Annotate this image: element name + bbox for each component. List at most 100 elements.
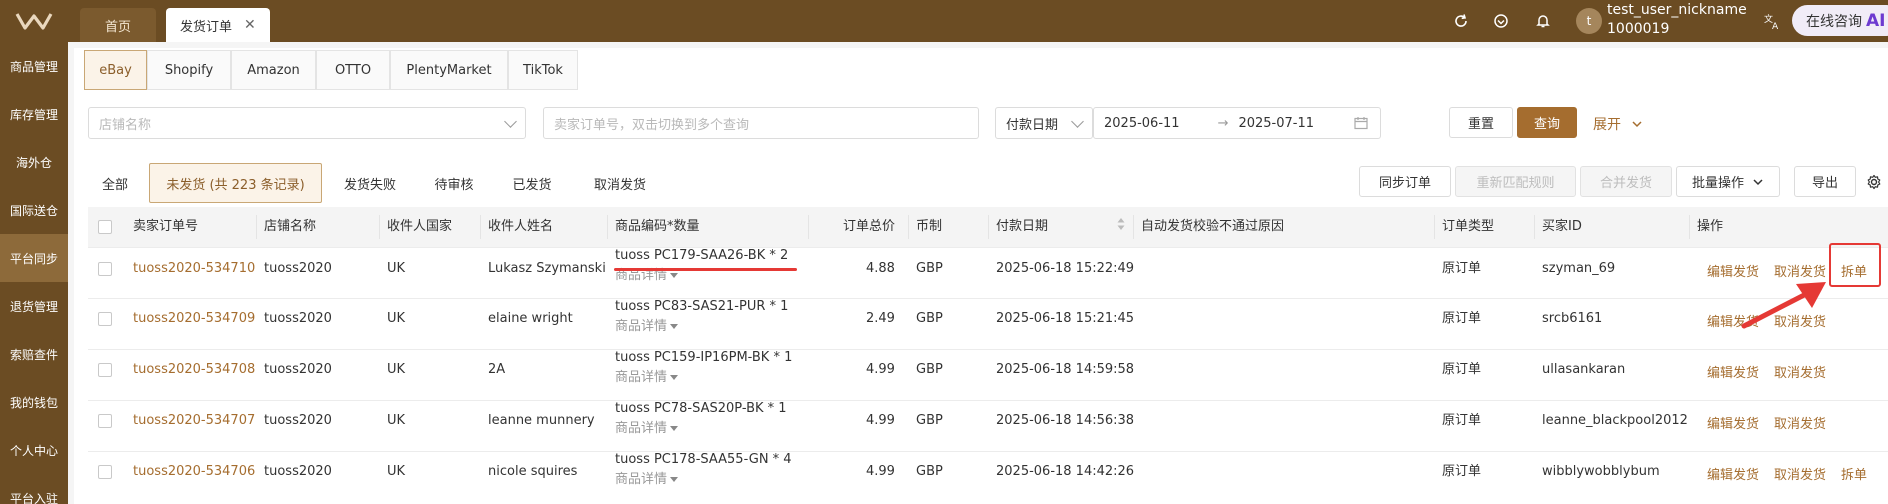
sidebar-item-international-delivery[interactable]: 国际送仓 xyxy=(0,186,68,234)
tab-plentymarket[interactable]: PlentyMarket xyxy=(390,50,508,90)
row-divider xyxy=(88,349,1888,350)
tab-shipping-orders[interactable]: 发货订单 ✕ xyxy=(166,8,270,42)
order-total: 4.88 xyxy=(866,261,895,276)
status-tab-ship-failed[interactable]: 发货失败 xyxy=(330,163,410,203)
store-name: tuoss2020 xyxy=(264,464,332,479)
search-button[interactable]: 查询 xyxy=(1517,107,1577,138)
batch-actions-button[interactable]: 批量操作 xyxy=(1676,166,1780,197)
select-all-checkbox[interactable] xyxy=(98,220,112,234)
store-select[interactable]: 店铺名称 xyxy=(88,107,526,139)
tab-home-label: 首页 xyxy=(104,19,131,35)
tab-shopify[interactable]: Shopify xyxy=(147,50,231,90)
sidebar-item-products[interactable]: 商品管理 xyxy=(0,42,68,90)
export-button[interactable]: 导出 xyxy=(1794,166,1856,197)
user-info[interactable]: test_user_nickname 1000019 xyxy=(1607,1,1747,39)
settings-gear-icon[interactable] xyxy=(1866,174,1882,194)
avatar[interactable]: t xyxy=(1576,8,1602,34)
row-checkbox[interactable] xyxy=(98,465,112,479)
product-details-toggle[interactable]: 商品详情 xyxy=(615,472,679,488)
column-divider xyxy=(379,215,380,239)
row-checkbox[interactable] xyxy=(98,312,112,326)
order-number-link[interactable]: tuoss2020-534707 xyxy=(133,413,255,429)
cancel-shipment-button[interactable]: 取消发货 xyxy=(1774,261,1826,280)
status-tab-pending-review[interactable]: 待审核 xyxy=(421,163,487,203)
sidebar-item-platform-sync[interactable]: 平台同步 xyxy=(0,234,68,282)
order-type: 原订单 xyxy=(1442,261,1482,276)
order-type: 原订单 xyxy=(1442,362,1482,377)
edit-shipment-button[interactable]: 编辑发货 xyxy=(1707,261,1759,280)
status-tab-unshipped[interactable]: 未发货 (共 223 条记录) xyxy=(149,163,322,203)
order-number-link[interactable]: tuoss2020-534709 xyxy=(133,311,255,327)
currency: GBP xyxy=(916,362,943,377)
row-checkbox[interactable] xyxy=(98,262,112,276)
cancel-shipment-button[interactable]: 取消发货 xyxy=(1774,413,1826,432)
tab-otto[interactable]: OTTO xyxy=(316,50,390,90)
product-details-toggle[interactable]: 商品详情 xyxy=(615,319,679,335)
tab-tiktok[interactable]: TikTok xyxy=(508,50,578,90)
status-tab-cancelled[interactable]: 取消发货 xyxy=(578,163,662,203)
order-number-link[interactable]: tuoss2020-534710 xyxy=(133,261,255,277)
status-tab-shipped[interactable]: 已发货 xyxy=(497,163,567,203)
date-type-label: 付款日期 xyxy=(1006,117,1059,133)
reset-button[interactable]: 重置 xyxy=(1449,107,1513,138)
product-details-toggle[interactable]: 商品详情 xyxy=(615,421,679,437)
sidebar-item-platform-onboarding[interactable]: 平台入驻 xyxy=(0,474,68,504)
date-start[interactable]: 2025-06-11 xyxy=(1104,116,1180,131)
refresh-icon[interactable] xyxy=(1451,11,1471,31)
recipient-name: 2A xyxy=(488,362,506,377)
annotation-underline xyxy=(614,268,797,271)
bell-icon[interactable] xyxy=(1533,11,1553,31)
cancel-shipment-button[interactable]: 取消发货 xyxy=(1774,362,1826,381)
ai-badge: AI xyxy=(1866,10,1886,31)
date-type-select[interactable]: 付款日期 xyxy=(995,107,1093,139)
merge-shipment-button[interactable]: 合并发货 xyxy=(1580,166,1672,197)
col-payment-date[interactable]: 付款日期 xyxy=(996,207,1048,247)
sidebar-item-overseas-warehouse[interactable]: 海外仓 xyxy=(0,138,68,186)
expand-filters-button[interactable]: 展开 xyxy=(1593,114,1643,134)
caret-down-icon xyxy=(670,273,679,278)
column-divider xyxy=(808,215,809,239)
sidebar-item-profile[interactable]: 个人中心 xyxy=(0,426,68,474)
sidebar-item-inventory[interactable]: 库存管理 xyxy=(0,90,68,138)
order-total: 4.99 xyxy=(866,464,895,479)
tab-ebay[interactable]: eBay xyxy=(84,50,147,90)
online-consult-button[interactable]: 在线咨询 AI xyxy=(1792,5,1888,36)
buyer-id: ullasankaran xyxy=(1542,362,1626,377)
cancel-shipment-button[interactable]: 取消发货 xyxy=(1774,464,1826,483)
tab-amazon[interactable]: Amazon xyxy=(231,50,316,90)
recipient-country: UK xyxy=(387,261,406,276)
caret-down-icon xyxy=(670,375,679,380)
order-number-link[interactable]: tuoss2020-534706 xyxy=(133,464,255,480)
app-logo[interactable] xyxy=(0,0,68,42)
row-checkbox[interactable] xyxy=(98,363,112,377)
sidebar-item-claims[interactable]: 索赔查件 xyxy=(0,330,68,378)
order-number-input[interactable]: 卖家订单号，双击切换到多个查询 xyxy=(543,107,979,139)
store-name: tuoss2020 xyxy=(264,413,332,428)
order-number-link[interactable]: tuoss2020-534708 xyxy=(133,362,255,378)
currency: GBP xyxy=(916,311,943,326)
tab-shipping-orders-label: 发货订单 xyxy=(180,19,233,35)
tab-home[interactable]: 首页 xyxy=(80,8,156,42)
payment-date: 2025-06-18 15:21:45 xyxy=(996,311,1135,326)
date-end[interactable]: 2025-07-11 xyxy=(1238,116,1314,131)
row-checkbox[interactable] xyxy=(98,414,112,428)
rematch-rules-button[interactable]: 重新匹配规则 xyxy=(1455,166,1576,197)
edit-shipment-button[interactable]: 编辑发货 xyxy=(1707,362,1759,381)
sidebar-item-wallet[interactable]: 我的钱包 xyxy=(0,378,68,426)
sidebar-item-label: 商品管理 xyxy=(9,59,58,74)
status-tab-label: 未发货 (共 223 条记录) xyxy=(166,177,305,193)
sort-icon[interactable] xyxy=(1116,216,1126,236)
date-range-picker[interactable]: 2025-06-11 → 2025-07-11 xyxy=(1093,107,1381,139)
close-icon[interactable]: ✕ xyxy=(244,17,256,33)
translate-icon[interactable]: 文A xyxy=(1762,11,1782,31)
sidebar-item-returns[interactable]: 退货管理 xyxy=(0,282,68,330)
split-order-button[interactable]: 拆单 xyxy=(1841,464,1867,483)
sync-orders-button[interactable]: 同步订单 xyxy=(1359,166,1451,197)
col-recipient-country: 收件人国家 xyxy=(387,219,453,234)
product-details-toggle[interactable]: 商品详情 xyxy=(615,370,679,386)
theme-icon[interactable] xyxy=(1491,11,1511,31)
edit-shipment-button[interactable]: 编辑发货 xyxy=(1707,413,1759,432)
status-tab-all[interactable]: 全部 xyxy=(92,163,138,203)
platform-tab-label: Amazon xyxy=(247,62,300,78)
edit-shipment-button[interactable]: 编辑发货 xyxy=(1707,464,1759,483)
